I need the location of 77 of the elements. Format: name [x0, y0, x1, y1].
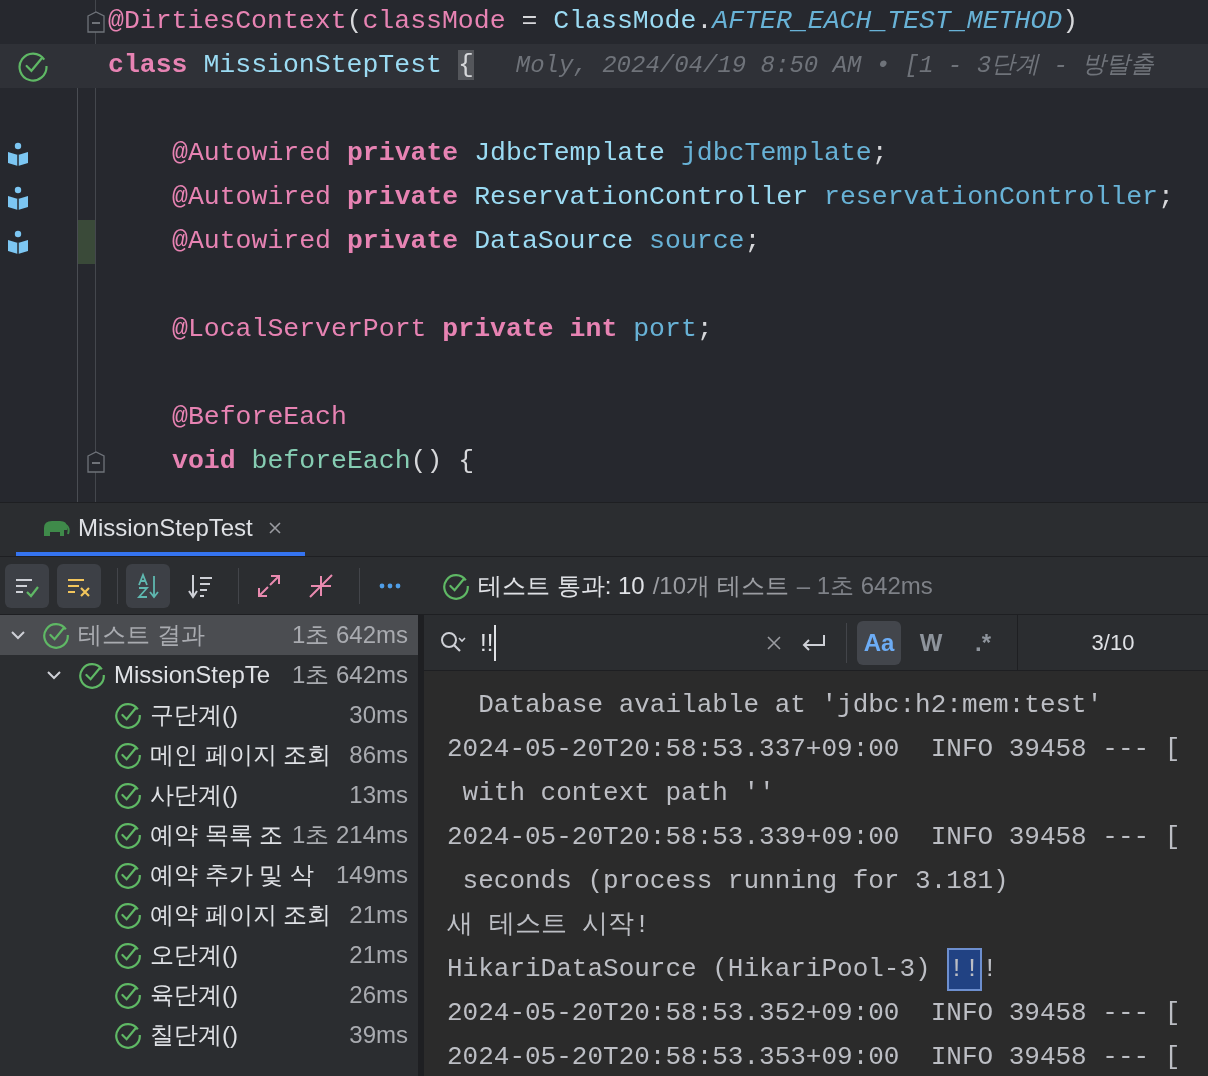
search-option-toggle[interactable]: .* [961, 620, 1005, 665]
cross-list-button[interactable] [57, 563, 101, 608]
sort-icon [134, 571, 162, 600]
test-name: 예약 목록 조 [150, 820, 284, 850]
fold-icon[interactable] [87, 11, 105, 33]
test-time: 39ms [349, 1020, 408, 1050]
tab-label: MissionStepTest [78, 513, 253, 543]
tree-row[interactable]: 오단계() 21ms [0, 935, 418, 975]
search-option-toggle[interactable]: W [909, 620, 953, 665]
run-icon[interactable] [17, 50, 49, 82]
search-field[interactable]: !! [480, 624, 497, 661]
test-name: 구단계() [150, 700, 238, 730]
tree-row[interactable]: MissionStepTe 1초 642ms [0, 655, 418, 695]
console-text: 2024-05-20T20:58:53.353+09:00 INFO 39458 --- [ [447, 1040, 1181, 1074]
test-time: 13ms [349, 780, 408, 810]
test-duration: – 1초 642ms [796, 570, 933, 601]
tree-row[interactable]: 구단계() 30ms [0, 695, 418, 735]
test-time: 86ms [349, 740, 408, 770]
test-name: 칠단계() [150, 1020, 238, 1050]
reader-icon[interactable] [7, 186, 29, 210]
console-text: Database available at 'jdbc:h2:mem:test' [477, 688, 1103, 722]
test-time: 1초 642ms [291, 660, 408, 690]
test-time: 1초 214ms [291, 820, 408, 850]
console-text: with context path '' [461, 776, 775, 810]
console-text: seconds (process running for 3.181) [461, 864, 1009, 898]
match-count: 3/10 [1090, 629, 1136, 657]
fold-icon[interactable] [87, 451, 105, 473]
tree-row[interactable]: 예약 추가 및 삭 149ms [0, 855, 418, 895]
code-line: void beforeEach() { [172, 445, 475, 479]
check-list-button[interactable] [5, 563, 49, 608]
more-icon [379, 582, 401, 589]
search-match: !! [946, 947, 982, 991]
test-time: 30ms [349, 700, 408, 730]
code-line: @Autowired private DataSource source; [172, 225, 761, 259]
test-name: 육단계() [150, 980, 238, 1010]
test-name: 오단계() [150, 940, 238, 970]
test-name: 사단계() [150, 780, 238, 810]
code-line: @DirtiesContext(classMode = ClassMode.AFTER_EACH_TEST_METHOD) [108, 5, 1079, 39]
test-name: 예약 페이지 조회 [150, 900, 332, 930]
console-text: 2024-05-20T20:58:53.352+09:00 INFO 39458 --- [ [447, 996, 1181, 1030]
code-line: @Autowired private ReservationController reservationController; [172, 181, 1174, 215]
tree-row[interactable]: 테스트 결과 1초 642ms [0, 615, 418, 655]
console-text: 2024-05-20T20:58:53.339+09:00 INFO 39458 --- [ [447, 820, 1181, 854]
search-option-toggle[interactable]: Aa [857, 620, 901, 665]
code-line: class MissionStepTest { [108, 49, 474, 83]
test-count: /10개 테스트 [652, 570, 789, 601]
run-tab[interactable]: MissionStepTest [16, 504, 305, 556]
console-text: 2024-05-20T20:58:53.337+09:00 INFO 39458 --- [ [447, 732, 1181, 766]
tree-row[interactable]: 육단계() 26ms [0, 975, 418, 1015]
test-time: 21ms [349, 940, 408, 970]
reader-icon[interactable] [7, 142, 29, 166]
test-status: 테스트 통과: 10 [478, 570, 645, 601]
test-name: MissionStepTe [114, 660, 271, 690]
console-text: ! [981, 952, 998, 986]
code-line: @Autowired private JdbcTemplate jdbcTemplate; [172, 137, 888, 171]
tree-row[interactable]: 사단계() 13ms [0, 775, 418, 815]
test-time: 149ms [335, 860, 408, 890]
tree-row[interactable]: 칠단계() 39ms [0, 1015, 418, 1055]
code-line: @BeforeEach [172, 401, 347, 435]
test-time: 21ms [349, 900, 408, 930]
close-icon[interactable] [266, 520, 283, 536]
tree-row[interactable]: 메인 페이지 조회 86ms [0, 735, 418, 775]
console-text: 새 테스트 시작! [447, 908, 650, 942]
console-text: HikariDataSource (HikariPool-3) [447, 952, 931, 986]
code-line: @LocalServerPort private int port; [172, 313, 713, 347]
sort-button[interactable] [126, 563, 170, 608]
test-name: 테스트 결과 [78, 620, 205, 650]
reader-icon[interactable] [7, 230, 29, 254]
collapse-icon [307, 571, 335, 600]
test-name: 예약 추가 및 삭 [150, 860, 314, 890]
test-time: 26ms [349, 980, 408, 1010]
tree-row[interactable]: 예약 목록 조 1초 214ms [0, 815, 418, 855]
test-name: 메인 페이지 조회 [150, 740, 332, 770]
test-time: 1초 642ms [291, 620, 408, 650]
tree-row[interactable]: 예약 페이지 조회 21ms [0, 895, 418, 935]
clear-icon[interactable] [766, 634, 782, 651]
blame-annotation: Moly, 2024/04/19 8:50 AM • [1 - 3단계 - 방탈출 [515, 51, 1155, 81]
